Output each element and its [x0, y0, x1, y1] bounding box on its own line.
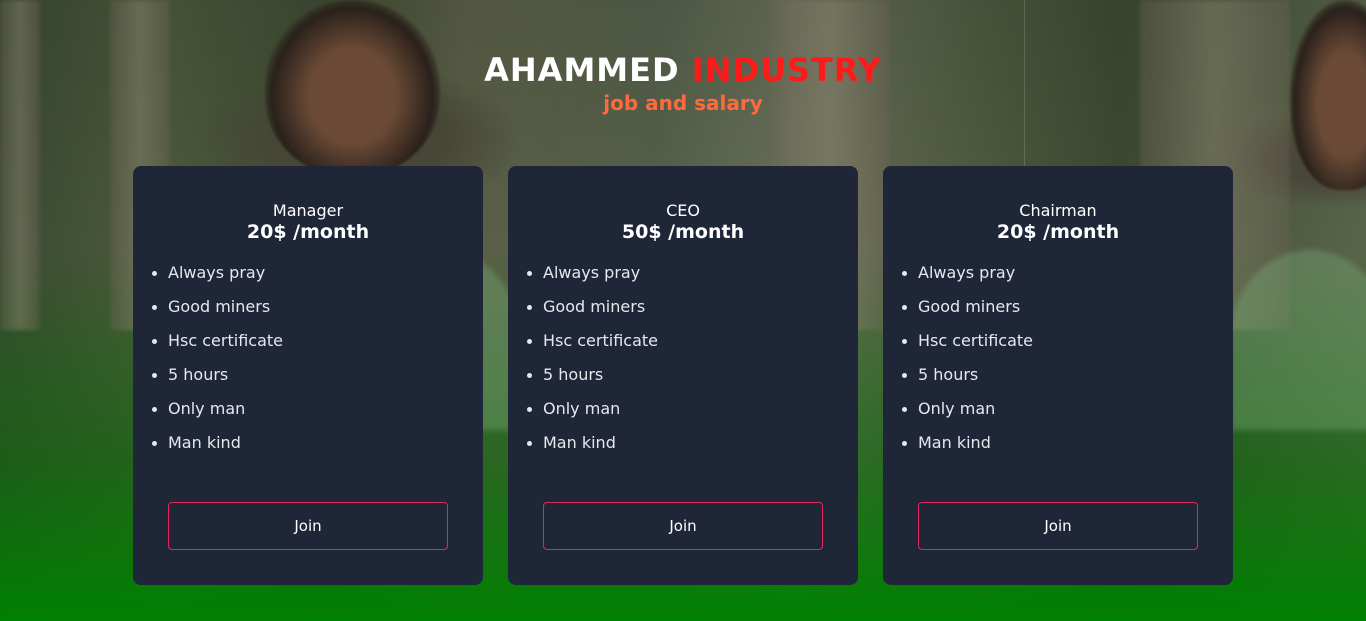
bullet-icon: [527, 339, 532, 344]
card-title: Chairman: [1019, 201, 1097, 220]
bullet-icon: [527, 441, 532, 446]
card-title: Manager: [272, 201, 344, 220]
join-button-chairman[interactable]: Join: [918, 502, 1198, 550]
pricing-card-chairman: Chairman 20$ /month Always pray Good min…: [883, 166, 1233, 585]
feature-text: Hsc certificate: [543, 331, 658, 350]
feature-item: Only man: [902, 392, 1033, 426]
bullet-icon: [152, 339, 157, 344]
bullet-icon: [152, 407, 157, 412]
feature-text: Good miners: [918, 297, 1021, 316]
feature-item: Hsc certificate: [152, 324, 283, 358]
bullet-icon: [527, 373, 532, 378]
card-title: CEO: [666, 201, 700, 220]
feature-item: Always pray: [902, 256, 1033, 290]
feature-item: Good miners: [527, 290, 658, 324]
card-price: 20$ /month: [996, 221, 1120, 243]
title-part-industry: INDUSTRY: [691, 51, 882, 89]
page-subtitle: job and salary: [603, 91, 763, 115]
feature-text: Always pray: [918, 263, 1016, 282]
feature-text: Only man: [918, 399, 996, 418]
join-button-manager[interactable]: Join: [168, 502, 448, 550]
pricing-cards: Manager 20$ /month Always pray Good mine…: [133, 166, 1233, 585]
feature-list: Always pray Good miners Hsc certificate …: [902, 256, 1033, 460]
feature-text: Hsc certificate: [918, 331, 1033, 350]
feature-text: Only man: [543, 399, 621, 418]
page-header: AHAMMED INDUSTRY job and salary: [0, 50, 1366, 116]
pricing-card-ceo: CEO 50$ /month Always pray Good miners H…: [508, 166, 858, 585]
feature-text: 5 hours: [543, 365, 604, 384]
feature-item: 5 hours: [902, 358, 1033, 392]
bullet-icon: [152, 271, 157, 276]
bullet-icon: [902, 305, 907, 310]
bullet-icon: [902, 441, 907, 446]
feature-list: Always pray Good miners Hsc certificate …: [152, 256, 283, 460]
feature-text: 5 hours: [168, 365, 229, 384]
feature-text: Man kind: [168, 433, 241, 452]
feature-item: Man kind: [902, 426, 1033, 460]
feature-text: Always pray: [543, 263, 641, 282]
feature-item: Man kind: [152, 426, 283, 460]
bullet-icon: [152, 441, 157, 446]
title-part-ahammed: AHAMMED: [484, 51, 680, 89]
bullet-icon: [527, 407, 532, 412]
join-button-ceo[interactable]: Join: [543, 502, 823, 550]
bullet-icon: [152, 373, 157, 378]
bullet-icon: [527, 305, 532, 310]
feature-item: Always pray: [527, 256, 658, 290]
feature-item: Good miners: [152, 290, 283, 324]
feature-item: Always pray: [152, 256, 283, 290]
feature-text: Man kind: [918, 433, 991, 452]
card-price: 50$ /month: [621, 221, 745, 243]
feature-item: 5 hours: [152, 358, 283, 392]
bullet-icon: [902, 407, 907, 412]
feature-item: Only man: [152, 392, 283, 426]
feature-text: Good miners: [543, 297, 646, 316]
feature-item: Good miners: [902, 290, 1033, 324]
bullet-icon: [902, 339, 907, 344]
feature-text: 5 hours: [918, 365, 979, 384]
card-price: 20$ /month: [246, 221, 370, 243]
pricing-card-manager: Manager 20$ /month Always pray Good mine…: [133, 166, 483, 585]
bullet-icon: [527, 271, 532, 276]
feature-text: Man kind: [543, 433, 616, 452]
feature-list: Always pray Good miners Hsc certificate …: [527, 256, 658, 460]
page-title: AHAMMED INDUSTRY: [0, 50, 1366, 90]
feature-item: Hsc certificate: [902, 324, 1033, 358]
feature-item: Only man: [527, 392, 658, 426]
feature-item: Man kind: [527, 426, 658, 460]
feature-text: Hsc certificate: [168, 331, 283, 350]
feature-item: Hsc certificate: [527, 324, 658, 358]
feature-text: Always pray: [168, 263, 266, 282]
bullet-icon: [902, 373, 907, 378]
feature-text: Only man: [168, 399, 246, 418]
bullet-icon: [902, 271, 907, 276]
feature-text: Good miners: [168, 297, 271, 316]
bullet-icon: [152, 305, 157, 310]
feature-item: 5 hours: [527, 358, 658, 392]
